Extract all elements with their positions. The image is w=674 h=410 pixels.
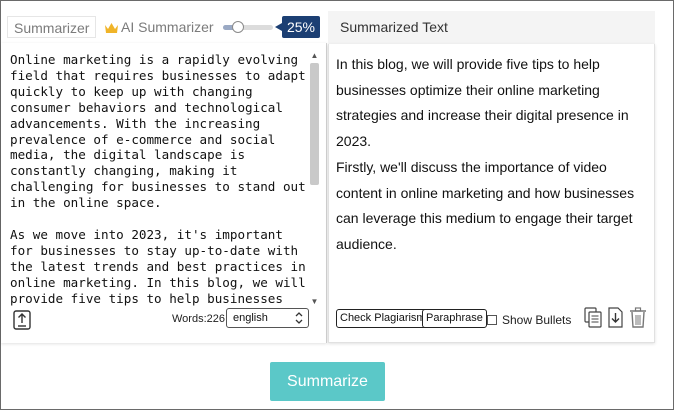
tab-ai-summarizer-label: AI Summarizer bbox=[121, 19, 214, 35]
output-panel: In this blog, we will provide five tips … bbox=[328, 44, 655, 343]
upload-icon[interactable] bbox=[13, 310, 31, 330]
summary-paragraph-1: In this blog, we will provide five tips … bbox=[336, 56, 629, 150]
scroll-thumb[interactable] bbox=[310, 63, 319, 185]
input-scrollbar[interactable]: ▲ ▼ bbox=[309, 51, 320, 307]
check-plagiarism-button[interactable]: Check Plagiarism bbox=[336, 309, 430, 328]
show-bullets-label: Show Bullets bbox=[502, 313, 572, 327]
scroll-up-arrow[interactable]: ▲ bbox=[309, 51, 320, 61]
language-select[interactable]: english bbox=[226, 308, 309, 328]
trash-icon[interactable] bbox=[629, 307, 647, 328]
copy-icon[interactable] bbox=[584, 307, 602, 328]
input-panel: Online marketing is a rapidly evolving f… bbox=[1, 43, 327, 343]
tab-ai-summarizer[interactable]: AI Summarizer bbox=[105, 16, 214, 38]
output-title: Summarized Text bbox=[340, 19, 448, 35]
mode-bar: Summarizer AI Summarizer 25% bbox=[1, 11, 327, 43]
tab-summarizer[interactable]: Summarizer bbox=[7, 16, 97, 38]
output-header: Summarized Text bbox=[328, 11, 655, 44]
input-textarea[interactable]: Online marketing is a rapidly evolving f… bbox=[10, 52, 308, 308]
slider-thumb[interactable] bbox=[231, 21, 244, 33]
crown-icon bbox=[105, 23, 118, 33]
summary-text: In this blog, we will provide five tips … bbox=[336, 52, 648, 258]
summary-paragraph-2: Firstly, we'll discuss the importance of… bbox=[336, 158, 635, 252]
summarize-button[interactable]: Summarize bbox=[270, 362, 385, 401]
scroll-down-arrow[interactable]: ▼ bbox=[309, 297, 320, 307]
chevron-up-down-icon bbox=[295, 312, 303, 324]
show-bullets-toggle[interactable]: Show Bullets bbox=[487, 313, 571, 327]
summary-length-slider[interactable] bbox=[223, 21, 273, 33]
word-count: Words:226 bbox=[172, 313, 225, 325]
language-select-value: english bbox=[233, 312, 268, 324]
show-bullets-checkbox[interactable] bbox=[487, 315, 497, 325]
download-icon[interactable] bbox=[606, 307, 624, 328]
summary-length-badge: 25% bbox=[275, 16, 320, 38]
paraphrase-button[interactable]: Paraphrase bbox=[422, 309, 487, 328]
